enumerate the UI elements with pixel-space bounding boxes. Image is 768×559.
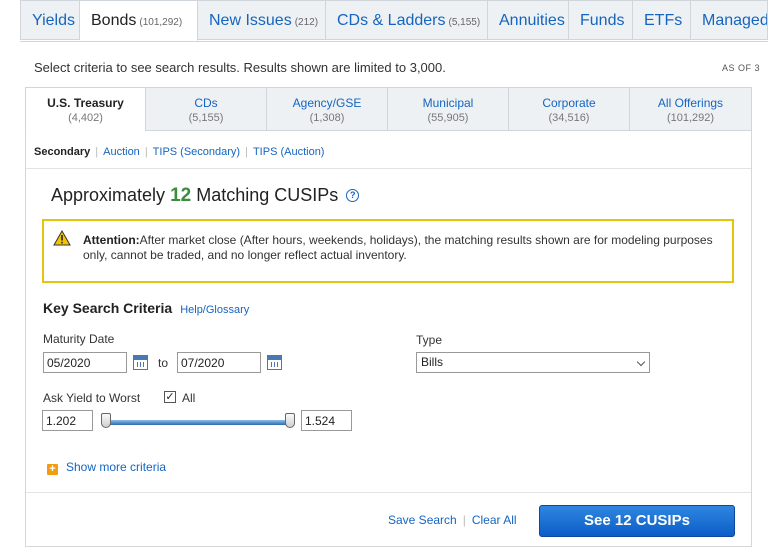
tab-all-offerings[interactable]: All Offerings (101,292) xyxy=(630,87,752,131)
yield-range-slider[interactable] xyxy=(104,420,292,425)
yield-max-input[interactable] xyxy=(301,410,352,431)
clear-all-link[interactable]: Clear All xyxy=(472,513,517,527)
attention-message: After market close (After hours, weekend… xyxy=(83,233,713,262)
all-label: All xyxy=(182,391,196,405)
as-of-date: AS OF 3 xyxy=(722,63,761,73)
tab-count: (101,292) xyxy=(666,112,715,124)
criteria-title: Key Search Criteria xyxy=(43,300,173,316)
tab-label: Managed A xyxy=(702,12,768,29)
divider: | xyxy=(95,146,99,158)
attention-text: Attention:After market close (After hour… xyxy=(83,233,723,263)
all-checkbox[interactable]: ✓ xyxy=(164,391,176,403)
product-tabs: Yields Bonds (101,292) New Issues (212) CD… xyxy=(20,0,768,42)
slider-max-handle[interactable] xyxy=(285,413,295,428)
plus-icon: + xyxy=(47,464,58,475)
tab-count: (55,905) xyxy=(427,112,469,124)
chevron-down-icon xyxy=(636,357,646,367)
tab-label: Bonds xyxy=(91,12,137,29)
tab-count: (34,516) xyxy=(548,112,590,124)
tab-label: CDs xyxy=(194,96,218,110)
attention-title: Attention: xyxy=(83,233,140,247)
tab-label: ETFs xyxy=(644,12,683,29)
see-cusips-button[interactable]: See 12 CUSIPs xyxy=(539,505,735,537)
tab-cds[interactable]: CDs (5,155) xyxy=(146,87,267,131)
criteria-instructions: Select criteria to see search results. R… xyxy=(34,60,446,75)
maturity-to-input[interactable] xyxy=(177,352,261,373)
calendar-icon[interactable] xyxy=(267,355,282,370)
type-select[interactable]: Bills xyxy=(416,352,650,373)
tab-label: New Issues xyxy=(209,12,292,29)
maturity-from-input[interactable] xyxy=(43,352,127,373)
tab-label: CDs & Ladders xyxy=(337,12,446,29)
help-icon[interactable]: ? xyxy=(346,189,360,202)
attention-banner: Attention:After market close (After hour… xyxy=(42,219,734,283)
type-label: Type xyxy=(416,333,443,347)
calendar-icon[interactable] xyxy=(133,355,148,370)
tab-label: Municipal xyxy=(422,96,474,110)
tab-cds-ladders[interactable]: CDs & Ladders (5,155) xyxy=(326,0,488,40)
tab-label: Annuities xyxy=(499,12,565,29)
divider xyxy=(26,492,751,493)
tab-municipal[interactable]: Municipal (55,905) xyxy=(388,87,509,131)
tab-auction[interactable]: Auction xyxy=(103,146,140,158)
divider: | xyxy=(462,513,466,527)
action-links: Save Search | Clear All xyxy=(388,513,517,527)
tab-label: U.S. Treasury xyxy=(47,96,124,110)
warning-icon xyxy=(53,230,71,246)
tab-count: (5,155) xyxy=(188,112,224,124)
help-glossary-link[interactable]: Help/Glossary xyxy=(180,304,249,316)
yield-min-input[interactable] xyxy=(42,410,93,431)
tab-label: Corporate xyxy=(542,96,596,110)
tab-label: Yields xyxy=(32,12,75,29)
matching-suffix: Matching CUSIPs xyxy=(196,185,339,205)
tab-label: Funds xyxy=(580,12,625,29)
tab-label: All Offerings xyxy=(657,96,724,110)
tab-count: (212) xyxy=(294,17,319,28)
tab-tips-secondary[interactable]: TIPS (Secondary) xyxy=(153,146,240,158)
divider: | xyxy=(245,146,248,158)
market-tabs: Secondary | Auction | TIPS (Secondary) | TIPS … xyxy=(34,146,324,158)
to-label: to xyxy=(158,356,169,370)
type-selected-value: Bills xyxy=(421,355,444,369)
matching-prefix: Approximately xyxy=(51,185,166,205)
tab-etfs[interactable]: ETFs xyxy=(633,0,691,40)
show-more-label: Show more criteria xyxy=(66,460,167,474)
tab-count: (5,155) xyxy=(448,17,481,28)
tab-tips-auction[interactable]: TIPS (Auction) xyxy=(253,146,325,158)
matching-count: 12 xyxy=(170,185,192,206)
tab-secondary[interactable]: Secondary xyxy=(34,146,90,158)
tab-funds[interactable]: Funds xyxy=(569,0,633,40)
divider: | xyxy=(144,146,148,158)
tab-count: (1,308) xyxy=(309,112,345,124)
tab-us-treasury[interactable]: U.S. Treasury (4,402) xyxy=(25,87,146,131)
maturity-date-label: Maturity Date xyxy=(43,332,115,346)
security-type-tabs: U.S. Treasury (4,402) CDs (5,155) Agency/G… xyxy=(25,87,752,131)
tab-agency-gse[interactable]: Agency/GSE (1,308) xyxy=(267,87,388,131)
tab-bonds[interactable]: Bonds (101,292) xyxy=(80,0,198,41)
tab-managed[interactable]: Managed A xyxy=(691,0,768,40)
tab-annuities[interactable]: Annuities xyxy=(488,0,569,40)
show-more-criteria[interactable]: + Show more criteria xyxy=(47,460,166,475)
tab-yields[interactable]: Yields xyxy=(20,0,80,40)
slider-min-handle[interactable] xyxy=(101,413,111,428)
tab-count: (4,402) xyxy=(68,112,103,124)
divider xyxy=(26,168,751,169)
tab-corporate[interactable]: Corporate (34,516) xyxy=(509,87,630,131)
ask-yield-label: Ask Yield to Worst xyxy=(43,391,141,405)
matching-count-heading: Approximately 12 Matching CUSIPs ? xyxy=(51,185,360,207)
tab-label: Agency/GSE xyxy=(292,96,362,110)
tab-count: (101,292) xyxy=(139,17,183,28)
criteria-heading: Key Search Criteria Help/Glossary xyxy=(43,300,249,316)
save-search-link[interactable]: Save Search xyxy=(388,513,457,527)
tab-new-issues[interactable]: New Issues (212) xyxy=(198,0,326,40)
